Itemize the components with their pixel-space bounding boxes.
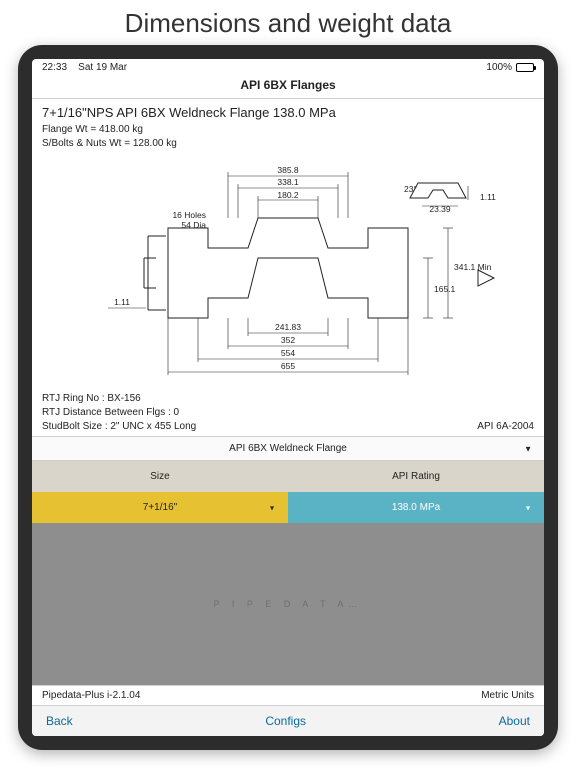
dim-height-1: 341.1 Min [454, 262, 492, 272]
dim-height-2: 165.1 [434, 284, 456, 294]
chevron-down-icon: ▾ [270, 503, 274, 512]
app-version: Pipedata-Plus i-2.1.04 [42, 690, 140, 701]
flange-type-label: API 6BX Weldneck Flange [229, 443, 347, 454]
dim-bot-3: 554 [281, 348, 295, 358]
rtj-distance: RTJ Distance Between Flgs : 0 [42, 406, 534, 420]
rating-value: 138.0 MPa [392, 502, 440, 513]
footnotes: RTJ Ring No : BX-156 RTJ Distance Betwee… [32, 392, 544, 419]
size-value: 7+1/16" [143, 502, 177, 513]
back-button[interactable]: Back [46, 714, 73, 728]
units-label: Metric Units [481, 690, 534, 701]
flange-weight: Flange Wt = 418.00 kg [42, 123, 534, 137]
bottom-info-bar: Pipedata-Plus i-2.1.04 Metric Units [32, 685, 544, 705]
battery-pct: 100% [486, 62, 512, 73]
size-header: Size [32, 461, 288, 492]
dim-top-2: 338.1 [277, 177, 299, 187]
dim-angle: 23° [404, 184, 417, 194]
status-left: 22:33 Sat 19 Mar [42, 62, 127, 73]
spec-row: StudBolt Size : 2" UNC x 455 Long API 6A… [32, 419, 544, 437]
status-bar: 22:33 Sat 19 Mar 100% [32, 59, 544, 74]
flange-type-select[interactable]: API 6BX Weldneck Flange ▼ [32, 437, 544, 461]
chevron-down-icon: ▼ [524, 444, 532, 453]
picker-headers: Size API Rating [32, 461, 544, 492]
dim-top-1: 385.8 [277, 165, 299, 175]
content-header: 7+1/16"NPS API 6BX Weldneck Flange 138.0… [32, 99, 544, 152]
dim-r-width: 23.39 [429, 204, 451, 214]
holes-count: 16 Holes [172, 210, 206, 220]
picker-values: 7+1/16" ▾ 138.0 MPa ▾ [32, 492, 544, 523]
about-button[interactable]: About [499, 714, 530, 728]
dim-bot-1: 241.83 [275, 322, 301, 332]
rtj-ring: RTJ Ring No : BX-156 [42, 392, 534, 406]
holes-dia: 54 Dia [181, 220, 206, 230]
standard-ref: API 6A-2004 [477, 421, 534, 432]
technical-drawing: 385.8 338.1 180.2 16 Holes 54 Dia 23° 1.… [32, 158, 544, 388]
dim-bot-4: 655 [281, 361, 295, 371]
status-right: 100% [486, 62, 534, 73]
dim-top-3: 180.2 [277, 190, 299, 200]
chevron-down-icon: ▾ [526, 503, 530, 512]
tablet-frame: 22:33 Sat 19 Mar 100% API 6BX Flanges 7+… [18, 45, 558, 750]
rating-header: API Rating [288, 461, 544, 492]
watermark-text: P I P E D A T A… [214, 599, 363, 609]
page-title: API 6BX Flanges [32, 74, 544, 99]
flange-heading: 7+1/16"NPS API 6BX Weldneck Flange 138.0… [42, 105, 534, 120]
dim-r-small: 1.11 [480, 192, 496, 202]
size-select[interactable]: 7+1/16" ▾ [32, 492, 288, 523]
dim-left-small: 1.11 [114, 297, 130, 307]
toolbar: Back Configs About [32, 705, 544, 736]
configs-button[interactable]: Configs [265, 714, 306, 728]
dim-bot-2: 352 [281, 335, 295, 345]
status-date: Sat 19 Mar [78, 62, 127, 73]
battery-icon [516, 63, 534, 72]
rating-select[interactable]: 138.0 MPa ▾ [288, 492, 544, 523]
watermark-area: P I P E D A T A… [32, 523, 544, 685]
promo-headline: Dimensions and weight data [0, 0, 576, 45]
studbolt-spec: StudBolt Size : 2" UNC x 455 Long [42, 421, 196, 432]
status-time: 22:33 [42, 62, 67, 73]
bolts-weight: S/Bolts & Nuts Wt = 128.00 kg [42, 137, 534, 151]
app-screen: 22:33 Sat 19 Mar 100% API 6BX Flanges 7+… [32, 59, 544, 736]
